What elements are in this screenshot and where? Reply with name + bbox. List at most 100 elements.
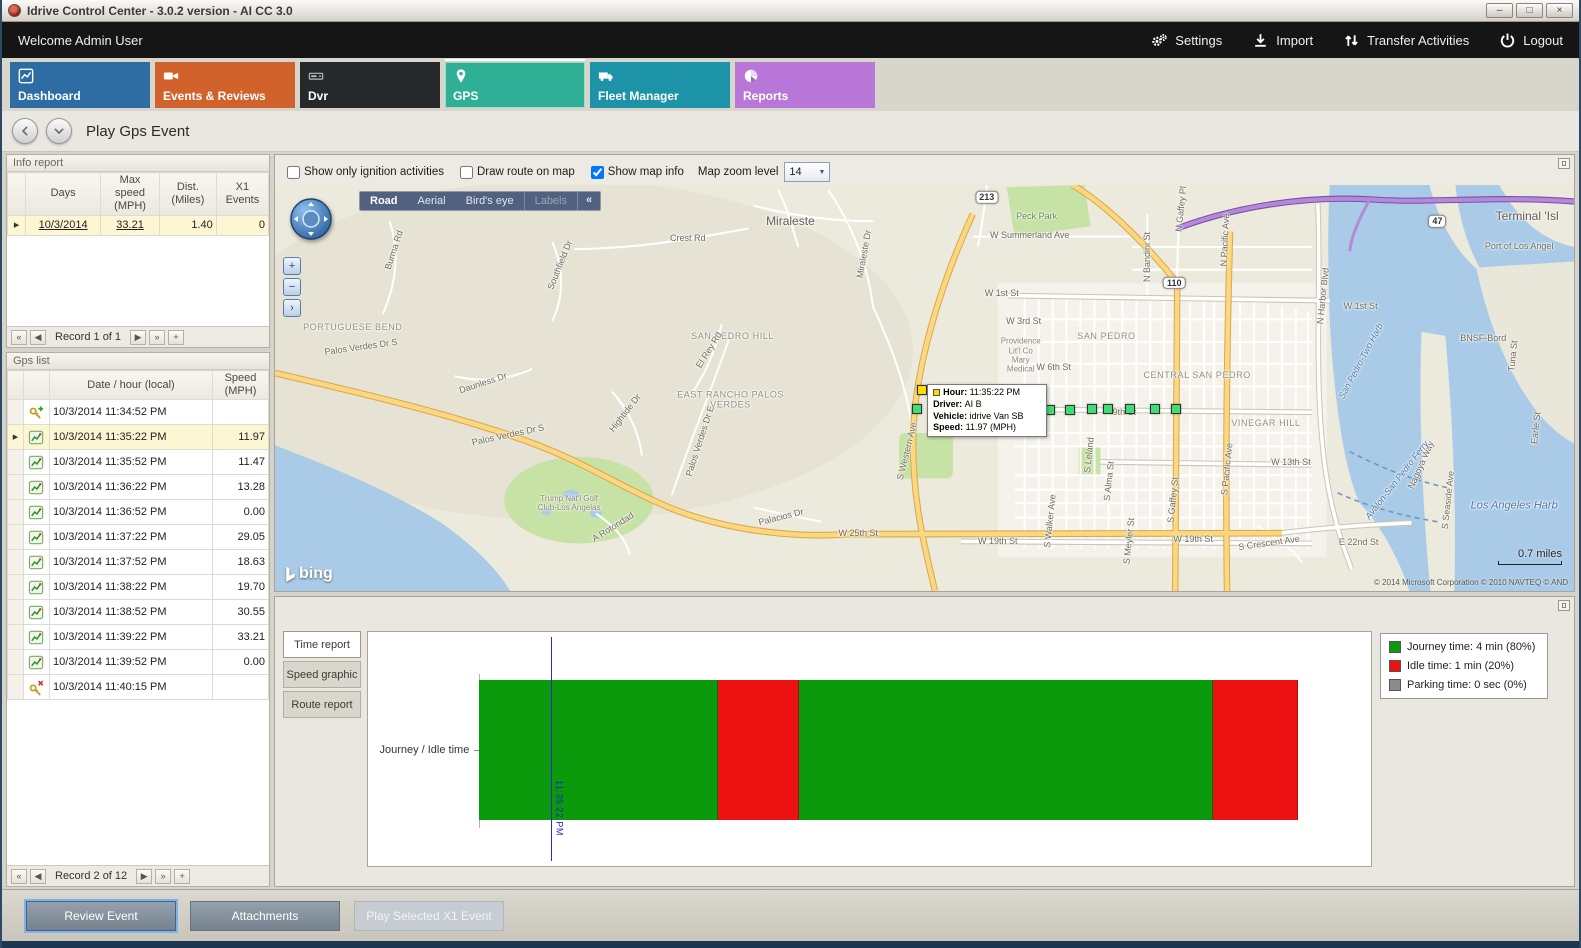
- gps-row[interactable]: 10/3/2014 11:39:22 PM33.21: [8, 625, 269, 650]
- row-selector: ▶: [8, 425, 24, 450]
- action-settings[interactable]: Settings: [1151, 32, 1222, 49]
- cell-datetime[interactable]: 10/3/2014 11:34:52 PM: [50, 400, 213, 425]
- pager-button[interactable]: +: [168, 330, 184, 345]
- bar-segment-journey: [799, 680, 1213, 820]
- tab-dashboard[interactable]: Dashboard: [10, 62, 150, 108]
- main-content: Info report DaysMax speed (MPH)Dist. (Mi…: [2, 152, 1579, 889]
- map-canvas[interactable]: MiralestePeck ParkW Summerland AveCrest …: [275, 185, 1574, 591]
- map-pan-control[interactable]: [289, 197, 333, 241]
- map-view-tab-road[interactable]: Road: [360, 192, 408, 210]
- map-zoom-select[interactable]: 14 ▼: [784, 162, 830, 182]
- map-copyright: © 2014 Microsoft Corporation © 2010 NAVT…: [1374, 578, 1568, 587]
- checkbox-show-only-ignition-activities[interactable]: Show only ignition activities: [287, 166, 444, 179]
- map-view-tab-bird-s-eye[interactable]: Bird's eye: [456, 192, 524, 210]
- cell-datetime[interactable]: 10/3/2014 11:38:52 PM: [50, 600, 213, 625]
- map-marker-point[interactable]: [1087, 404, 1097, 414]
- gps-row[interactable]: 10/3/2014 11:40:15 PM: [8, 675, 269, 700]
- chart-tab-speed-graphic[interactable]: Speed graphic: [283, 661, 361, 688]
- arrow-down-icon: [51, 123, 67, 139]
- zoom-out-button[interactable]: −: [283, 278, 301, 296]
- maximize-button[interactable]: □: [1516, 3, 1543, 18]
- gps-row[interactable]: 10/3/2014 11:36:52 PM0.00: [8, 500, 269, 525]
- tab-dvr[interactable]: Dvr: [300, 62, 440, 108]
- tab-reports[interactable]: Reports: [735, 62, 875, 108]
- pager-button[interactable]: ◀: [30, 869, 46, 884]
- close-button[interactable]: ×: [1546, 3, 1573, 18]
- action-transfer-activities[interactable]: Transfer Activities: [1343, 32, 1469, 49]
- gps-row[interactable]: 10/3/2014 11:38:22 PM19.70: [8, 575, 269, 600]
- pager-button[interactable]: ▶: [136, 869, 152, 884]
- tooltip-line: Speed: 11.97 (MPH): [933, 422, 1041, 434]
- map-chevron-button[interactable]: ›: [283, 299, 301, 317]
- zoom-in-button[interactable]: +: [283, 257, 301, 275]
- cell-max-speed[interactable]: 33.21: [101, 215, 160, 235]
- table-row[interactable]: ▶10/3/201433.211.400: [8, 215, 269, 235]
- row-selector: [8, 450, 24, 475]
- checkbox-show-map-info[interactable]: Show map info: [591, 166, 684, 179]
- cell-datetime[interactable]: 10/3/2014 11:35:22 PM: [50, 425, 213, 450]
- cell-datetime[interactable]: 10/3/2014 11:37:52 PM: [50, 550, 213, 575]
- page-title: Play Gps Event: [86, 123, 189, 140]
- map-marker-point[interactable]: [1125, 404, 1135, 414]
- pager-button[interactable]: +: [174, 869, 190, 884]
- gps-row[interactable]: 10/3/2014 11:38:52 PM30.55: [8, 600, 269, 625]
- legend-swatch: [1389, 679, 1401, 691]
- pager-button[interactable]: ▶: [130, 330, 146, 345]
- tab-gps[interactable]: GPS: [445, 62, 585, 108]
- tab-events-reviews[interactable]: Events & Reviews: [155, 62, 295, 108]
- cell-datetime[interactable]: 10/3/2014 11:36:52 PM: [50, 500, 213, 525]
- legend-label: Journey time: 4 min (80%): [1407, 641, 1535, 653]
- map-marker-point[interactable]: [1103, 404, 1113, 414]
- cell-datetime[interactable]: 10/3/2014 11:36:22 PM: [50, 475, 213, 500]
- cell-datetime[interactable]: 10/3/2014 11:39:22 PM: [50, 625, 213, 650]
- dvr-icon: [308, 68, 324, 84]
- cell-datetime[interactable]: 10/3/2014 11:38:22 PM: [50, 575, 213, 600]
- gps-row[interactable]: ▶10/3/2014 11:35:22 PM11.97: [8, 425, 269, 450]
- map-view-tab-aerial[interactable]: Aerial: [408, 192, 456, 210]
- map-marker-point[interactable]: [1065, 405, 1075, 415]
- map-marker-point[interactable]: [1171, 404, 1181, 414]
- map-viewbar-collapse-button[interactable]: «: [577, 192, 600, 210]
- chart-tab-time-report[interactable]: Time report: [283, 631, 361, 658]
- minimize-button[interactable]: –: [1486, 3, 1513, 18]
- tab-fleet-manager[interactable]: Fleet Manager: [590, 62, 730, 108]
- map-view-tab-labels[interactable]: Labels: [524, 192, 577, 210]
- chart-panel-collapse-button[interactable]: [1558, 600, 1570, 611]
- cell-datetime[interactable]: 10/3/2014 11:35:52 PM: [50, 450, 213, 475]
- cell-datetime[interactable]: 10/3/2014 11:39:52 PM: [50, 650, 213, 675]
- down-button[interactable]: [46, 118, 72, 144]
- map-marker-ignition[interactable]: [917, 385, 927, 395]
- checkbox-draw-route-on-map[interactable]: Draw route on map: [460, 166, 575, 179]
- legend-label: Idle time: 1 min (20%): [1407, 660, 1514, 672]
- back-button[interactable]: [12, 118, 38, 144]
- pager-button[interactable]: »: [149, 330, 165, 345]
- gps-row[interactable]: 10/3/2014 11:37:22 PM29.05: [8, 525, 269, 550]
- pager-button[interactable]: »: [155, 869, 171, 884]
- gps-row[interactable]: 10/3/2014 11:34:52 PM: [8, 400, 269, 425]
- action-import[interactable]: Import: [1252, 32, 1313, 49]
- map-marker-point[interactable]: [912, 404, 922, 414]
- gps-point-icon: [27, 554, 46, 571]
- gps-row[interactable]: 10/3/2014 11:39:52 PM0.00: [8, 650, 269, 675]
- chart-category-label: Journey / Idle time: [372, 744, 469, 756]
- gps-row[interactable]: 10/3/2014 11:36:22 PM13.28: [8, 475, 269, 500]
- checkbox-input[interactable]: [460, 166, 473, 179]
- review-event-button[interactable]: Review Event: [26, 901, 176, 931]
- gps-row[interactable]: 10/3/2014 11:35:52 PM11.47: [8, 450, 269, 475]
- map-panel-collapse-button[interactable]: [1558, 158, 1570, 169]
- cell-datetime[interactable]: 10/3/2014 11:37:22 PM: [50, 525, 213, 550]
- map-marker-point[interactable]: [1150, 404, 1160, 414]
- cell-days[interactable]: 10/3/2014: [26, 215, 101, 235]
- gps-row[interactable]: 10/3/2014 11:37:52 PM18.63: [8, 550, 269, 575]
- checkbox-input[interactable]: [287, 166, 300, 179]
- action-logout[interactable]: Logout: [1499, 32, 1563, 49]
- checkbox-input[interactable]: [591, 166, 604, 179]
- pager-button[interactable]: «: [11, 330, 27, 345]
- chart-tab-route-report[interactable]: Route report: [283, 691, 361, 718]
- camera-icon: [163, 68, 179, 84]
- action-label: Logout: [1523, 33, 1563, 48]
- cell-datetime[interactable]: 10/3/2014 11:40:15 PM: [50, 675, 213, 700]
- pager-button[interactable]: «: [11, 869, 27, 884]
- attachments-button[interactable]: Attachments: [190, 901, 340, 931]
- pager-button[interactable]: ◀: [30, 330, 46, 345]
